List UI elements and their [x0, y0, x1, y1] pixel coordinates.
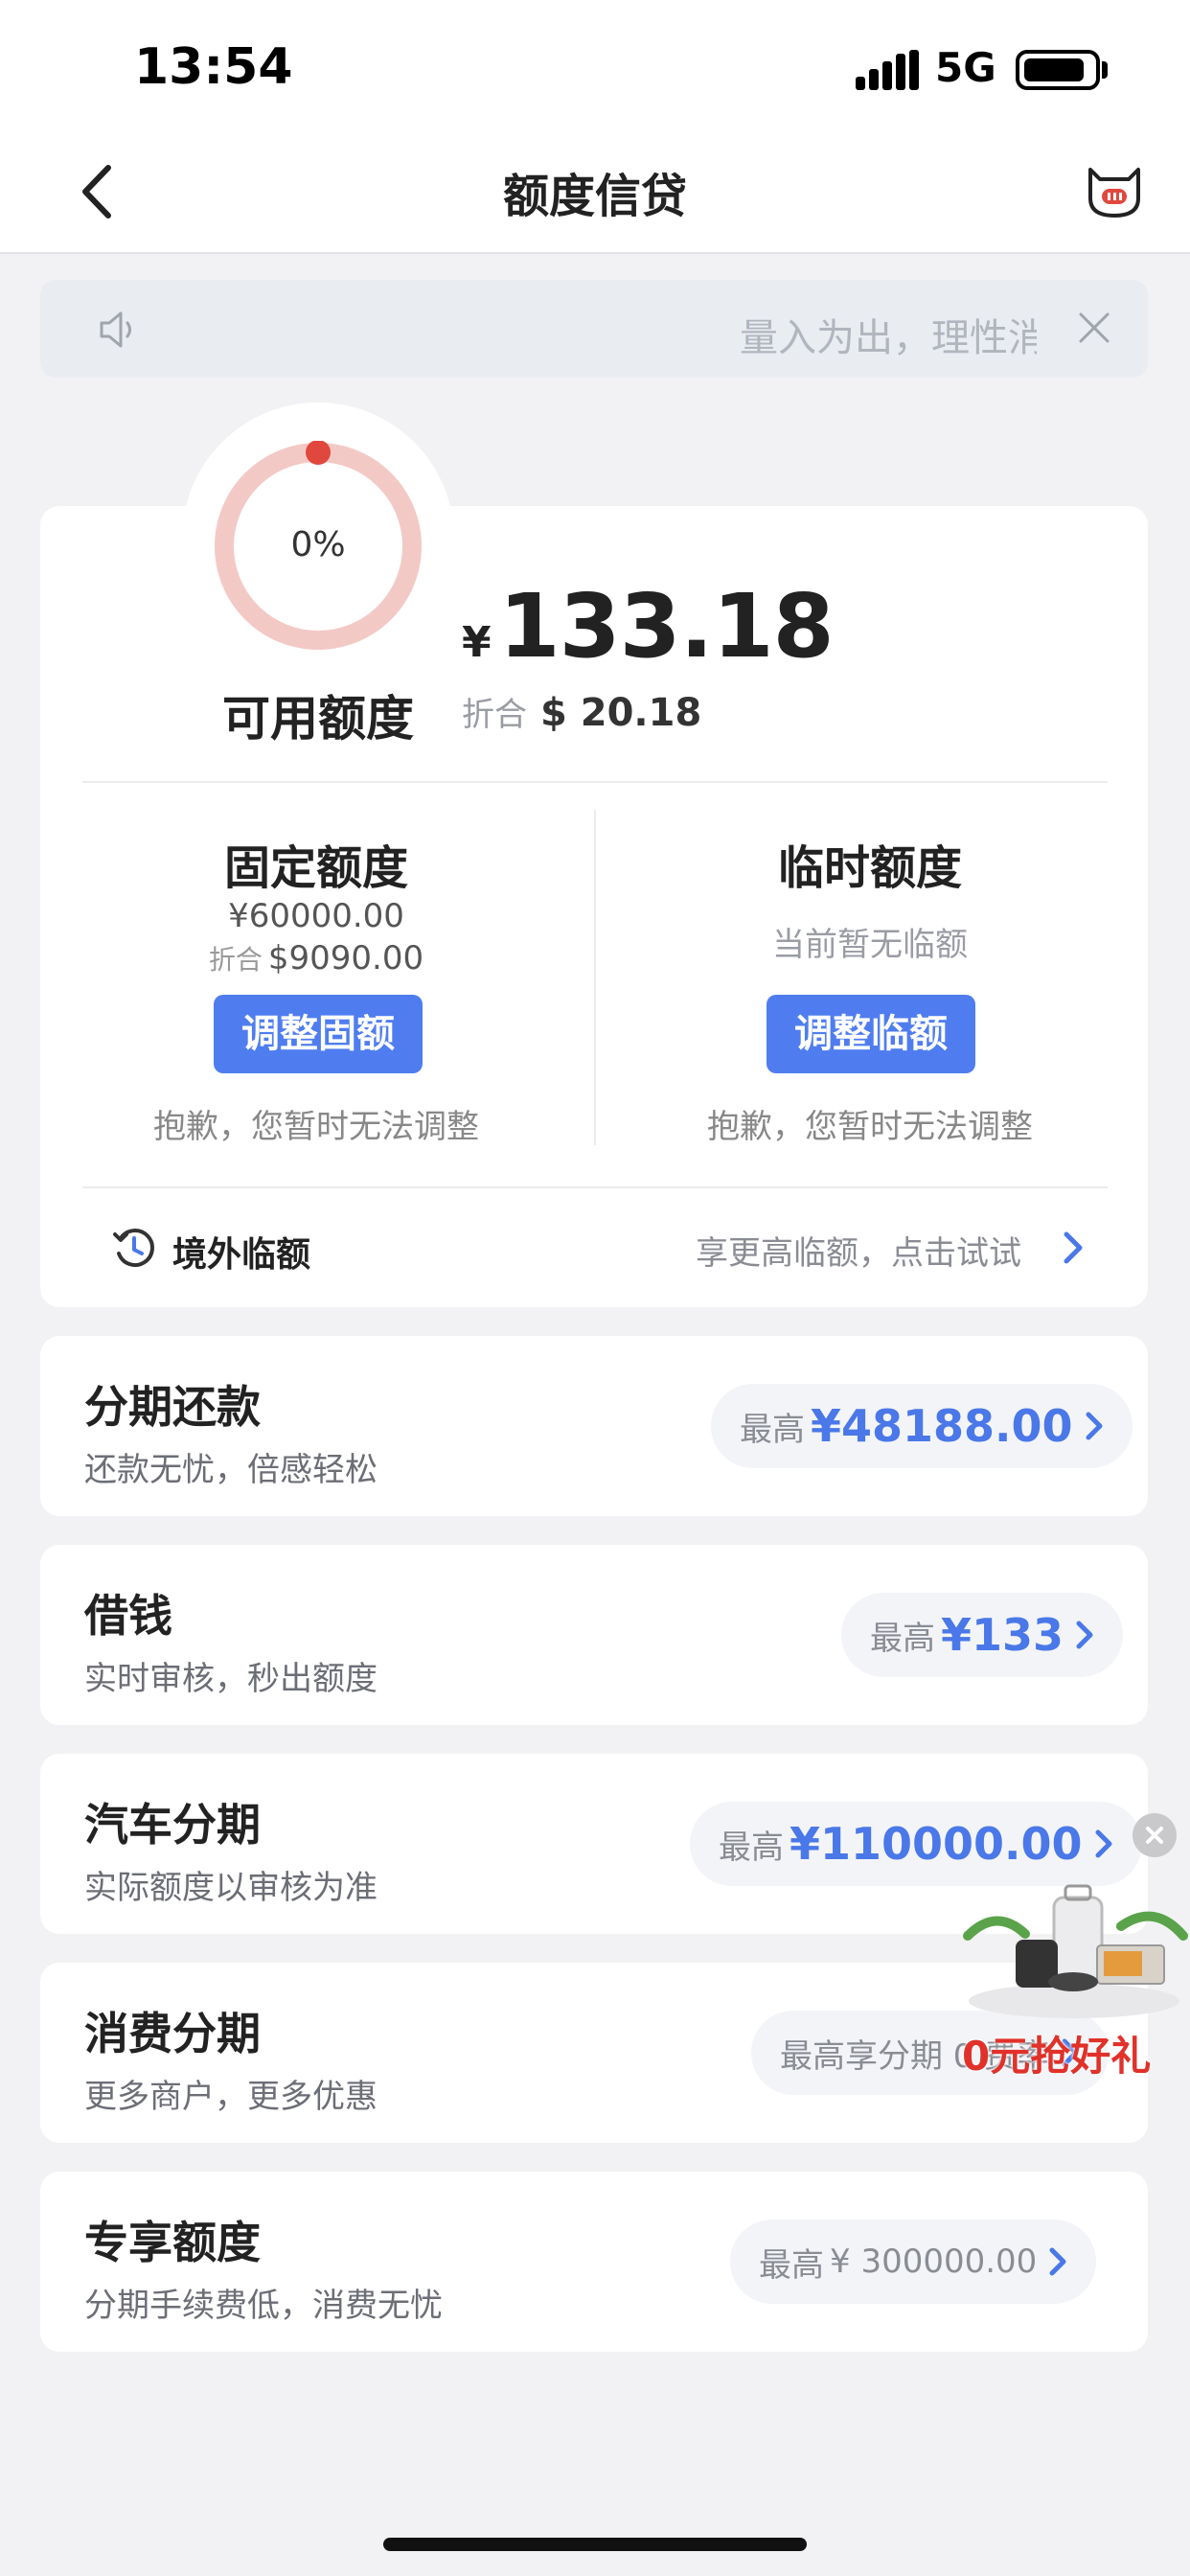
mascot-service-icon[interactable]	[1083, 156, 1146, 219]
currency-symbol: ¥	[462, 618, 492, 667]
overseas-limit-label[interactable]: 境外临额	[172, 1227, 310, 1276]
divider	[82, 1186, 1108, 1188]
adjust-fixed-button[interactable]: 调整固额	[214, 995, 423, 1073]
close-icon	[1146, 1827, 1163, 1844]
top-bar: 13:54 5G 额度信贷	[0, 0, 1190, 254]
max-label: 最高	[759, 2245, 824, 2285]
max-value: ¥133	[941, 1609, 1064, 1661]
chevron-right-icon	[1049, 2247, 1066, 2276]
max-amount-pill[interactable]: 最高 ¥ 300000.00	[730, 2220, 1097, 2304]
home-indicator	[383, 2538, 807, 2551]
fixed-limit-note: 抱歉，您暂时无法调整	[153, 1108, 479, 1146]
max-amount-pill[interactable]: 最高 ¥48188.00	[711, 1384, 1133, 1468]
usage-percent: 0%	[290, 525, 346, 564]
adjust-temp-button[interactable]: 调整临额	[767, 995, 975, 1073]
close-icon[interactable]	[1075, 309, 1113, 347]
available-amount-value: 133.18	[498, 575, 835, 678]
product-subtitle: 更多商户，更多优惠	[84, 2078, 378, 2116]
fixed-limit-usd: 折合 $9090.00	[86, 939, 546, 978]
gift-promo-image[interactable]	[958, 1878, 1190, 2022]
max-label: 最高	[870, 1619, 935, 1658]
temp-limit-title: 临时额度	[777, 841, 962, 895]
product-subtitle: 实际额度以审核为准	[84, 1869, 378, 1907]
promo-text[interactable]: 0元抢好礼	[962, 2024, 1151, 2082]
max-label: 最高	[740, 1410, 805, 1449]
product-card-borrow[interactable]: 借钱 实时审核，秒出额度 最高 ¥133	[40, 1545, 1148, 1725]
available-amount: ¥ 133.18	[462, 575, 835, 678]
battery-icon	[1016, 50, 1100, 90]
product-title: 汽车分期	[84, 1799, 261, 1851]
fixed-limit-title: 固定额度	[223, 841, 408, 895]
available-usd: 折合 $ 20.18	[462, 688, 701, 735]
fixed-limit-amount: ¥60000.00	[228, 897, 404, 935]
chevron-right-icon[interactable]	[1062, 1230, 1085, 1265]
product-title: 专享额度	[84, 2217, 261, 2268]
max-value: ¥ 300000.00	[830, 2242, 1038, 2281]
temp-limit-status: 当前暂无临额	[772, 926, 968, 964]
max-amount-pill[interactable]: 最高 ¥110000.00	[690, 1802, 1142, 1886]
promo-close-button[interactable]	[1133, 1813, 1177, 1857]
notice-text: 量入为出，理性消费	[740, 316, 1037, 360]
fixed-usd-value: $9090.00	[267, 939, 424, 978]
clock-arrow-icon	[113, 1229, 154, 1267]
signal-icon	[856, 50, 919, 90]
product-subtitle: 分期手续费低，消费无忧	[84, 2287, 443, 2325]
max-value: ¥110000.00	[790, 1818, 1083, 1870]
page-title: 额度信贷	[502, 170, 687, 223]
status-time: 13:54	[134, 38, 293, 96]
product-card-exclusive-limit[interactable]: 专享额度 分期手续费低，消费无忧 最高 ¥ 300000.00	[40, 2172, 1148, 2352]
overseas-limit-promo[interactable]: 享更高临额，点击试试	[696, 1227, 1021, 1274]
max-value: ¥48188.00	[811, 1400, 1073, 1452]
notice-bar[interactable]: 量入为出，理性消费	[40, 280, 1148, 378]
usd-prefix: 折合	[208, 944, 263, 976]
usd-value: $ 20.18	[540, 691, 702, 735]
chevron-right-icon	[1086, 1412, 1103, 1440]
max-amount-pill[interactable]: 最高 ¥133	[841, 1593, 1124, 1677]
product-title: 分期还款	[84, 1381, 261, 1433]
product-title: 消费分期	[84, 2008, 261, 2059]
chevron-right-icon	[1095, 1829, 1112, 1858]
divider	[594, 810, 596, 1145]
product-subtitle: 还款无忧，倍感轻松	[84, 1451, 378, 1489]
product-card-installment-repay[interactable]: 分期还款 还款无忧，倍感轻松 最高 ¥48188.00	[40, 1336, 1148, 1516]
speaker-icon	[100, 311, 131, 348]
product-subtitle: 实时审核，秒出额度	[84, 1660, 378, 1698]
divider	[82, 781, 1108, 783]
usd-prefix: 折合	[462, 696, 527, 734]
max-label: 最高	[719, 1828, 784, 1867]
chevron-right-icon	[1076, 1621, 1093, 1649]
battery-tip	[1102, 61, 1108, 79]
available-label: 可用额度	[222, 691, 414, 747]
temp-limit-note: 抱歉，您暂时无法调整	[707, 1108, 1033, 1146]
product-title: 借钱	[84, 1590, 172, 1642]
network-type: 5G	[935, 44, 996, 91]
